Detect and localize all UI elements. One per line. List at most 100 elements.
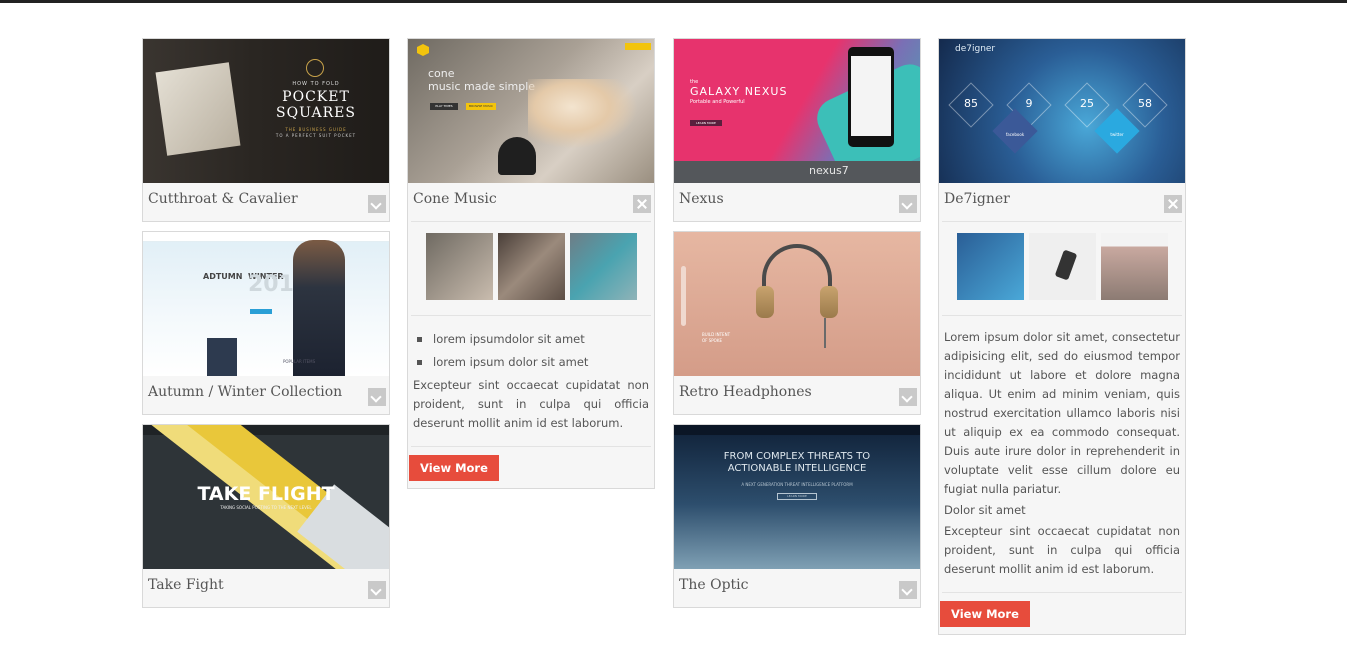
expand-icon[interactable] <box>368 388 386 406</box>
thumb-nav-button <box>625 43 651 50</box>
gallery-thumbnail[interactable] <box>497 233 565 300</box>
description-subheading: Dolor sit amet <box>944 503 1026 517</box>
logo-icon <box>306 59 324 77</box>
thumb-text: music made simple <box>428 80 536 93</box>
close-icon[interactable] <box>1164 195 1182 213</box>
headphones-cable <box>824 318 826 348</box>
thumbnail-cone-music[interactable]: cone music made simple PLAY TIMES BROWSE… <box>408 39 654 183</box>
thumb-dots <box>681 266 686 326</box>
thumb-nav <box>143 232 389 242</box>
product-image <box>207 338 237 376</box>
portfolio-column-3: the GALAXY NEXUS Portable and Powerful L… <box>673 38 921 617</box>
description-text: Excepteur sint occaecat cupidatat non pr… <box>413 378 649 430</box>
thumbnail-optic[interactable]: FROM COMPLEX THREATS TO ACTIONABLE INTEL… <box>674 425 920 569</box>
card-header: The Optic <box>674 569 920 607</box>
phone-screen <box>851 56 891 136</box>
thumb-text: POCKET <box>282 89 350 105</box>
gallery-thumbnail[interactable] <box>1100 233 1168 300</box>
list-item: lorem ipsum dolor sit amet <box>415 351 651 374</box>
screenshot-gallery <box>411 222 651 316</box>
thumb-text: BUILD INTENT <box>702 332 731 337</box>
card-title[interactable]: Autumn / Winter Collection <box>148 384 342 400</box>
screenshot-gallery <box>942 222 1182 316</box>
card-title[interactable]: Nexus <box>679 191 724 207</box>
card-title[interactable]: Cutthroat & Cavalier <box>148 191 298 207</box>
thumbnail-nexus[interactable]: the GALAXY NEXUS Portable and Powerful L… <box>674 39 920 183</box>
thumb-text: 9 <box>1025 97 1033 110</box>
portfolio-card-cutthroat[interactable]: HOW TO FOLD POCKET SQUARES THE BUSINESS … <box>142 38 390 222</box>
card-header: Cutthroat & Cavalier <box>143 183 389 221</box>
thumb-text: twitter <box>1110 132 1124 137</box>
thumb-text: ACTIONABLE INTELLIGENCE <box>727 463 867 474</box>
expand-icon[interactable] <box>368 195 386 213</box>
card-title[interactable]: The Optic <box>679 577 748 593</box>
model-image <box>293 240 345 376</box>
expanded-details: lorem ipsumdolor sit amet lorem ipsum do… <box>409 221 651 488</box>
thumb-text: LEARN MORE <box>777 493 817 500</box>
thumb-text: 58 <box>1138 97 1152 110</box>
list-item: lorem ipsumdolor sit amet <box>415 328 651 351</box>
card-header: Retro Headphones <box>674 376 920 414</box>
expand-icon[interactable] <box>899 195 917 213</box>
thumb-text: ADTUMN <box>203 272 243 281</box>
portfolio-card-autumn[interactable]: ADTUMN WINTER 2014 POPULAR ITEMS Autumn … <box>142 231 390 415</box>
phone-image <box>848 47 894 147</box>
thumb-text: BROWSE MUSIC <box>466 103 496 110</box>
thumb-text: TO A PERFECT SUIT POCKET <box>275 133 357 138</box>
thumb-text: TAKE FLIGHT <box>197 483 335 505</box>
top-bar <box>0 0 1347 3</box>
thumb-text: Portable and Powerful <box>690 99 745 105</box>
portfolio-card-nexus[interactable]: the GALAXY NEXUS Portable and Powerful L… <box>673 38 921 222</box>
card-title[interactable]: Retro Headphones <box>679 384 812 400</box>
phone-image <box>1054 249 1077 281</box>
thumb-text: nexus7 <box>809 164 849 177</box>
close-icon[interactable] <box>633 195 651 213</box>
description-text: Excepteur sint occaecat cupidatat non pr… <box>944 524 1180 576</box>
card-header: Nexus <box>674 183 920 221</box>
headphones-cup-right <box>820 286 838 318</box>
gallery-thumbnail[interactable] <box>569 233 637 300</box>
thumbnail-autumn[interactable]: ADTUMN WINTER 2014 POPULAR ITEMS <box>143 232 389 376</box>
portfolio-card-de7igner[interactable]: de7igner 85 9 25 58 facebook twitter De7… <box>938 38 1186 635</box>
thumb-text: A NEXT GENERATION THREAT INTELLIGENCE PL… <box>741 482 853 487</box>
card-header: De7igner <box>939 183 1185 221</box>
thumb-text: 85 <box>964 97 978 110</box>
thumb-text: LEARN MORE <box>690 120 722 126</box>
thumb-text: THE BUSINESS GUIDE <box>285 127 347 132</box>
thumb-text: GALAXY NEXUS <box>690 85 788 98</box>
thumb-text: 25 <box>1080 97 1094 110</box>
thumb-nav <box>674 425 920 435</box>
gallery-thumbnail[interactable] <box>425 233 493 300</box>
thumb-text: OF SPOKE <box>702 338 722 343</box>
portfolio-card-headphones[interactable]: BUILD INTENT OF SPOKE Retro Headphones <box>673 231 921 415</box>
portfolio-card-optic[interactable]: FROM COMPLEX THREATS TO ACTIONABLE INTEL… <box>673 424 921 608</box>
thumbnail-headphones[interactable]: BUILD INTENT OF SPOKE <box>674 232 920 376</box>
card-header: Autumn / Winter Collection <box>143 376 389 414</box>
expanded-details: Lorem ipsum dolor sit amet, consectetur … <box>940 221 1182 634</box>
expand-icon[interactable] <box>899 581 917 599</box>
thumbnail-take-flight[interactable]: TAKE FLIGHT TAKING SOCIAL POSTING TO THE… <box>143 425 389 569</box>
thumbnail-de7igner[interactable]: de7igner 85 9 25 58 facebook twitter <box>939 39 1185 183</box>
feature-list: lorem ipsumdolor sit amet lorem ipsum do… <box>411 316 651 374</box>
person-image <box>528 79 638 149</box>
card-title[interactable]: Cone Music <box>413 191 497 207</box>
gallery-thumbnail[interactable] <box>956 233 1024 300</box>
hexagon-logo-icon <box>417 44 429 56</box>
portfolio-column-2: cone music made simple PLAY TIMES BROWSE… <box>407 38 655 498</box>
expand-icon[interactable] <box>899 388 917 406</box>
portfolio-card-take-fight[interactable]: TAKE FLIGHT TAKING SOCIAL POSTING TO THE… <box>142 424 390 608</box>
portfolio-column-4: de7igner 85 9 25 58 facebook twitter De7… <box>938 38 1186 644</box>
card-title[interactable]: De7igner <box>944 191 1010 207</box>
thumb-text: cone <box>428 67 455 80</box>
portfolio-column-1: HOW TO FOLD POCKET SQUARES THE BUSINESS … <box>142 38 390 617</box>
pocket-square-image <box>155 62 241 156</box>
thumb-text: POPULAR ITEMS <box>283 359 316 364</box>
expand-icon[interactable] <box>368 581 386 599</box>
thumbnail-cutthroat[interactable]: HOW TO FOLD POCKET SQUARES THE BUSINESS … <box>143 39 389 183</box>
speaker-image <box>498 137 536 175</box>
portfolio-card-cone-music[interactable]: cone music made simple PLAY TIMES BROWSE… <box>407 38 655 489</box>
view-more-button[interactable]: View More <box>409 455 499 481</box>
gallery-thumbnail[interactable] <box>1028 233 1096 300</box>
view-more-button[interactable]: View More <box>940 601 1030 627</box>
card-title[interactable]: Take Fight <box>148 577 224 593</box>
